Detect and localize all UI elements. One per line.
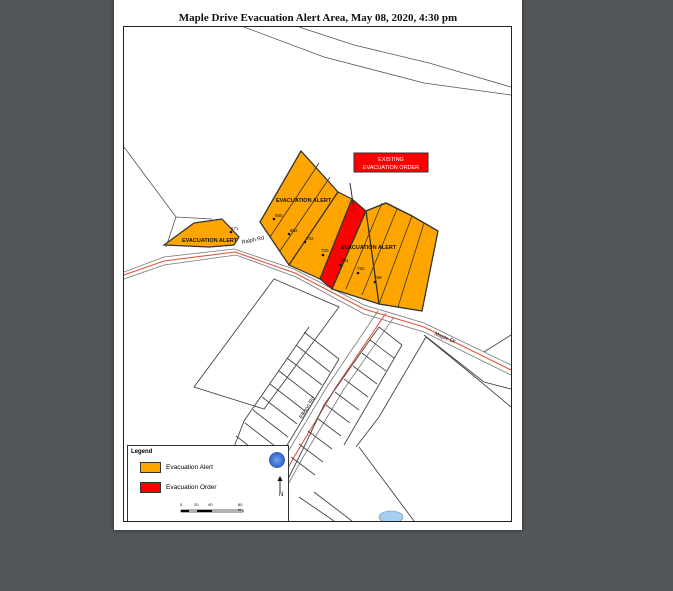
- scale-label-80m: 80 m: [238, 502, 243, 512]
- address-dot-750: [356, 271, 360, 275]
- pond: [378, 510, 404, 521]
- legend-title: Legend: [131, 449, 153, 455]
- address-dot-768: [373, 280, 377, 284]
- address-label-750: 750: [357, 266, 365, 271]
- address-dot-702: [303, 240, 307, 244]
- order-callout-line2: EVACUATION ORDER: [363, 165, 419, 171]
- address-label-660: 660: [275, 213, 283, 218]
- legend-label-order: Evacuation Order: [166, 484, 217, 491]
- road-label-ralph: Ralph Rd: [241, 235, 265, 246]
- legend-swatch-alert: [140, 462, 161, 473]
- order-callout-line1: EXISTING: [378, 157, 404, 163]
- address-label-768: 768: [374, 275, 382, 280]
- alert-label-south: EVACUATION ALERT: [341, 245, 397, 251]
- map-page: Maple Drive Evacuation Alert Area, May 0…: [114, 0, 522, 530]
- address-label-671: 671: [231, 226, 239, 231]
- map-frame: EXISTING EVACUATION ORDER EVACUATION ALE…: [123, 26, 512, 522]
- address-label-682: 682: [290, 228, 298, 233]
- compass-rose-icon: [269, 452, 285, 468]
- scale-label-20: 20: [194, 502, 199, 507]
- map-title: Maple Drive Evacuation Alert Area, May 0…: [178, 12, 458, 24]
- address-dot-660: [272, 217, 276, 221]
- legend-label-alert: Evacuation Alert: [166, 464, 213, 471]
- address-dot-734: [338, 263, 342, 267]
- legend-item-order: Evacuation Order: [140, 482, 217, 493]
- legend-swatch-order: [140, 482, 161, 493]
- legend: Legend Evacuation Alert Evacuation Order…: [127, 445, 289, 521]
- legend-item-alert: Evacuation Alert: [140, 462, 213, 473]
- address-dot-720: [321, 253, 325, 257]
- address-dot-671: [229, 230, 233, 234]
- address-label-720: 720: [321, 248, 329, 253]
- address-label-702: 702: [306, 236, 314, 241]
- address-dot-682: [287, 232, 291, 236]
- alert-label-north: EVACUATION ALERT: [276, 198, 332, 204]
- scale-label-0: 0: [180, 502, 183, 507]
- scale-label-40: 40: [208, 502, 213, 507]
- north-label: N: [279, 492, 284, 498]
- address-label-734: 734: [341, 258, 349, 263]
- alert-label-left: EVACUATION ALERT: [182, 238, 238, 244]
